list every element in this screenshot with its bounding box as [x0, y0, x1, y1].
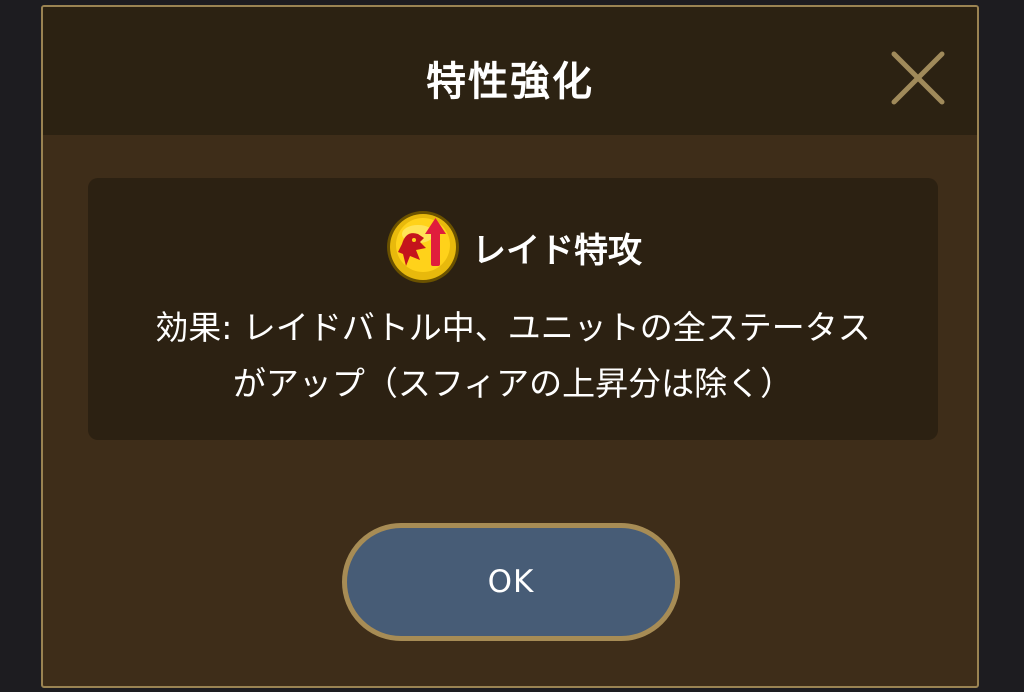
trait-enhance-dialog: 特性強化 レイド特攻 効果: レイドバトル中、ユニットの全ステータス がアップ（…: [41, 5, 979, 688]
trait-description-line-1: 効果: レイドバトル中、ユニットの全ステータス: [155, 308, 871, 347]
close-icon: [891, 51, 945, 105]
raid-attack-trait-icon: [384, 208, 462, 286]
trait-heading: レイド特攻: [88, 208, 938, 286]
trait-description: 効果: レイドバトル中、ユニットの全ステータス がアップ（スフィアの上昇分は除く…: [108, 300, 918, 412]
trait-name: レイド特攻: [472, 230, 642, 271]
dialog-header: 特性強化: [43, 7, 977, 135]
dialog-title: 特性強化: [426, 59, 594, 105]
trait-description-line-2: がアップ（スフィアの上昇分は除く）: [232, 364, 794, 403]
trait-info-panel: レイド特攻 効果: レイドバトル中、ユニットの全ステータス がアップ（スフィアの…: [88, 178, 938, 440]
ok-button-label: OK: [487, 564, 535, 600]
ok-button[interactable]: OK: [342, 523, 680, 641]
close-button[interactable]: [889, 49, 947, 107]
